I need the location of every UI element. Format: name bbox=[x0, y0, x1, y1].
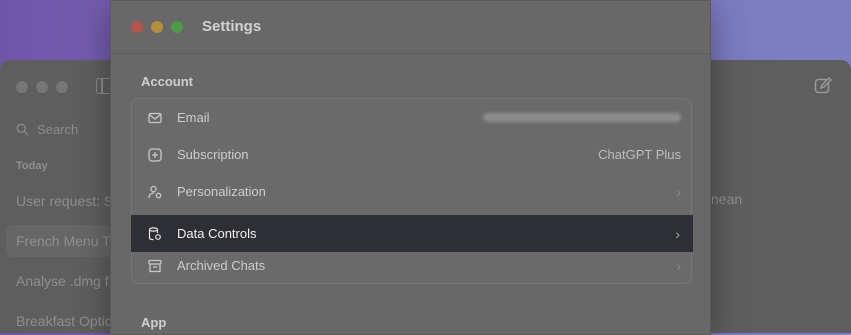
settings-title: Settings bbox=[202, 18, 262, 35]
minimize-button[interactable] bbox=[36, 81, 48, 93]
archived-chats-label: Archived Chats bbox=[177, 258, 266, 273]
data-controls-label: Data Controls bbox=[177, 226, 257, 241]
database-settings-icon bbox=[148, 227, 161, 241]
section-today: Today bbox=[16, 160, 48, 172]
subscription-row[interactable]: Subscription ChatGPT Plus bbox=[132, 136, 691, 173]
window-controls bbox=[131, 21, 183, 33]
app-section-label: App bbox=[141, 315, 167, 330]
chevron-right-icon: › bbox=[676, 257, 681, 274]
email-label: Email bbox=[177, 110, 210, 125]
chat-list-item-active[interactable]: French Menu T bbox=[6, 225, 114, 257]
email-value-redacted bbox=[483, 113, 681, 122]
subscription-value: ChatGPT Plus bbox=[598, 147, 681, 162]
email-row[interactable]: Email bbox=[132, 99, 691, 136]
archived-chats-row[interactable]: Archived Chats › bbox=[132, 247, 691, 284]
close-button[interactable] bbox=[16, 81, 28, 93]
search-placeholder: Search bbox=[37, 122, 79, 137]
settings-dialog: Settings Account Email Subscription Chat… bbox=[110, 0, 711, 335]
new-chat-icon[interactable] bbox=[814, 77, 832, 95]
account-settings-group: Email Subscription ChatGPT Plus Personal… bbox=[131, 98, 693, 284]
minimize-button[interactable] bbox=[151, 21, 163, 33]
maximize-button[interactable] bbox=[171, 21, 183, 33]
maximize-button[interactable] bbox=[56, 81, 68, 93]
search-field[interactable]: Search bbox=[16, 122, 78, 137]
plus-square-icon bbox=[148, 148, 162, 162]
mail-icon bbox=[148, 112, 162, 124]
account-section-label: Account bbox=[141, 74, 193, 89]
person-settings-icon bbox=[148, 185, 162, 199]
subscription-label: Subscription bbox=[177, 147, 249, 162]
background-window-controls bbox=[16, 81, 68, 93]
personalization-label: Personalization bbox=[177, 184, 266, 199]
settings-titlebar: Settings bbox=[111, 1, 710, 54]
chevron-right-icon: › bbox=[675, 225, 680, 242]
chevron-right-icon: › bbox=[676, 183, 681, 200]
personalization-row[interactable]: Personalization › bbox=[132, 173, 691, 210]
chat-list-item[interactable]: Breakfast Optic bbox=[16, 313, 112, 329]
chat-content-fragment: nean bbox=[711, 191, 743, 207]
chat-list-item[interactable]: User request: S bbox=[16, 193, 113, 209]
close-button[interactable] bbox=[131, 21, 143, 33]
search-icon bbox=[16, 123, 29, 136]
archive-box-icon bbox=[148, 259, 162, 273]
chat-list-item[interactable]: Analyse .dmg f bbox=[16, 273, 109, 289]
